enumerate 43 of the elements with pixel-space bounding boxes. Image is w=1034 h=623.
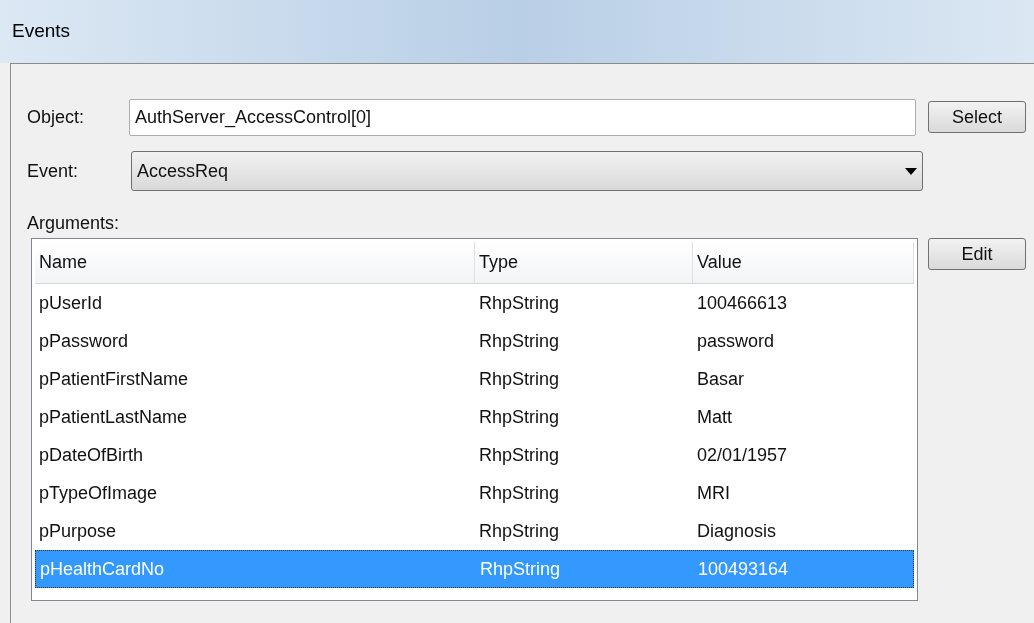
- type-cell-text: RhpString: [478, 405, 561, 429]
- value-cell-text: 100493164: [697, 557, 790, 581]
- value-cell-text: Basar: [696, 367, 746, 391]
- arguments-label: Arguments:: [27, 213, 120, 233]
- argument-row[interactable]: pPurpose RhpString Diagnosis: [35, 512, 915, 550]
- dropdown-caret-icon: [905, 167, 917, 175]
- argument-row[interactable]: pPatientFirstName RhpString Basar: [35, 360, 915, 398]
- name-cell-text: pPatientFirstName: [38, 367, 190, 391]
- argument-row[interactable]: pPatientLastName RhpString Matt: [35, 398, 915, 436]
- name-cell-text: pUserId: [38, 291, 104, 315]
- object-field[interactable]: AuthServer_AccessControl[0]: [128, 98, 917, 136]
- event-label: Event:: [27, 159, 80, 183]
- name-cell-text: pPurpose: [38, 519, 118, 543]
- select-button[interactable]: Select: [928, 101, 1026, 133]
- value-cell-text: 02/01/1957: [696, 443, 789, 467]
- window-title: Events: [12, 19, 71, 44]
- argument-row[interactable]: pTypeOfImage RhpString MRI: [35, 474, 915, 512]
- type-cell-text: RhpString: [478, 329, 561, 353]
- type-cell-text: RhpString: [478, 291, 561, 315]
- name-cell-text: pPassword: [38, 329, 130, 353]
- column-header[interactable]: Value: [693, 242, 915, 283]
- column-header[interactable]: Name: [35, 242, 475, 283]
- value-cell-text: Matt: [696, 405, 733, 429]
- edit-button[interactable]: Edit: [928, 238, 1026, 270]
- event-dropdown[interactable]: AccessReq: [131, 151, 923, 191]
- argument-row[interactable]: pUserId RhpString 100466613: [35, 284, 915, 322]
- argument-row[interactable]: pDateOfBirth RhpString 02/01/1957: [35, 436, 915, 474]
- argument-row[interactable]: pPassword RhpString password: [35, 322, 915, 360]
- value-cell-text: MRI: [696, 481, 731, 505]
- value-cell-text: password: [696, 329, 776, 353]
- value-cell-text: Diagnosis: [696, 519, 778, 543]
- name-cell-text: pPatientLastName: [38, 405, 189, 429]
- type-cell-text: RhpString: [478, 519, 561, 543]
- value-cell-text: 100466613: [696, 291, 789, 315]
- column-header[interactable]: Type: [475, 242, 693, 283]
- name-cell-text: pHealthCardNo: [39, 557, 166, 581]
- type-cell-text: RhpString: [478, 367, 561, 391]
- name-cell-text: pTypeOfImage: [38, 481, 159, 505]
- name-cell-text: pDateOfBirth: [38, 443, 145, 467]
- object-label: Object:: [27, 105, 86, 129]
- type-cell-text: RhpString: [478, 481, 561, 505]
- type-cell-text: RhpString: [479, 557, 562, 581]
- type-cell-text: RhpString: [478, 443, 561, 467]
